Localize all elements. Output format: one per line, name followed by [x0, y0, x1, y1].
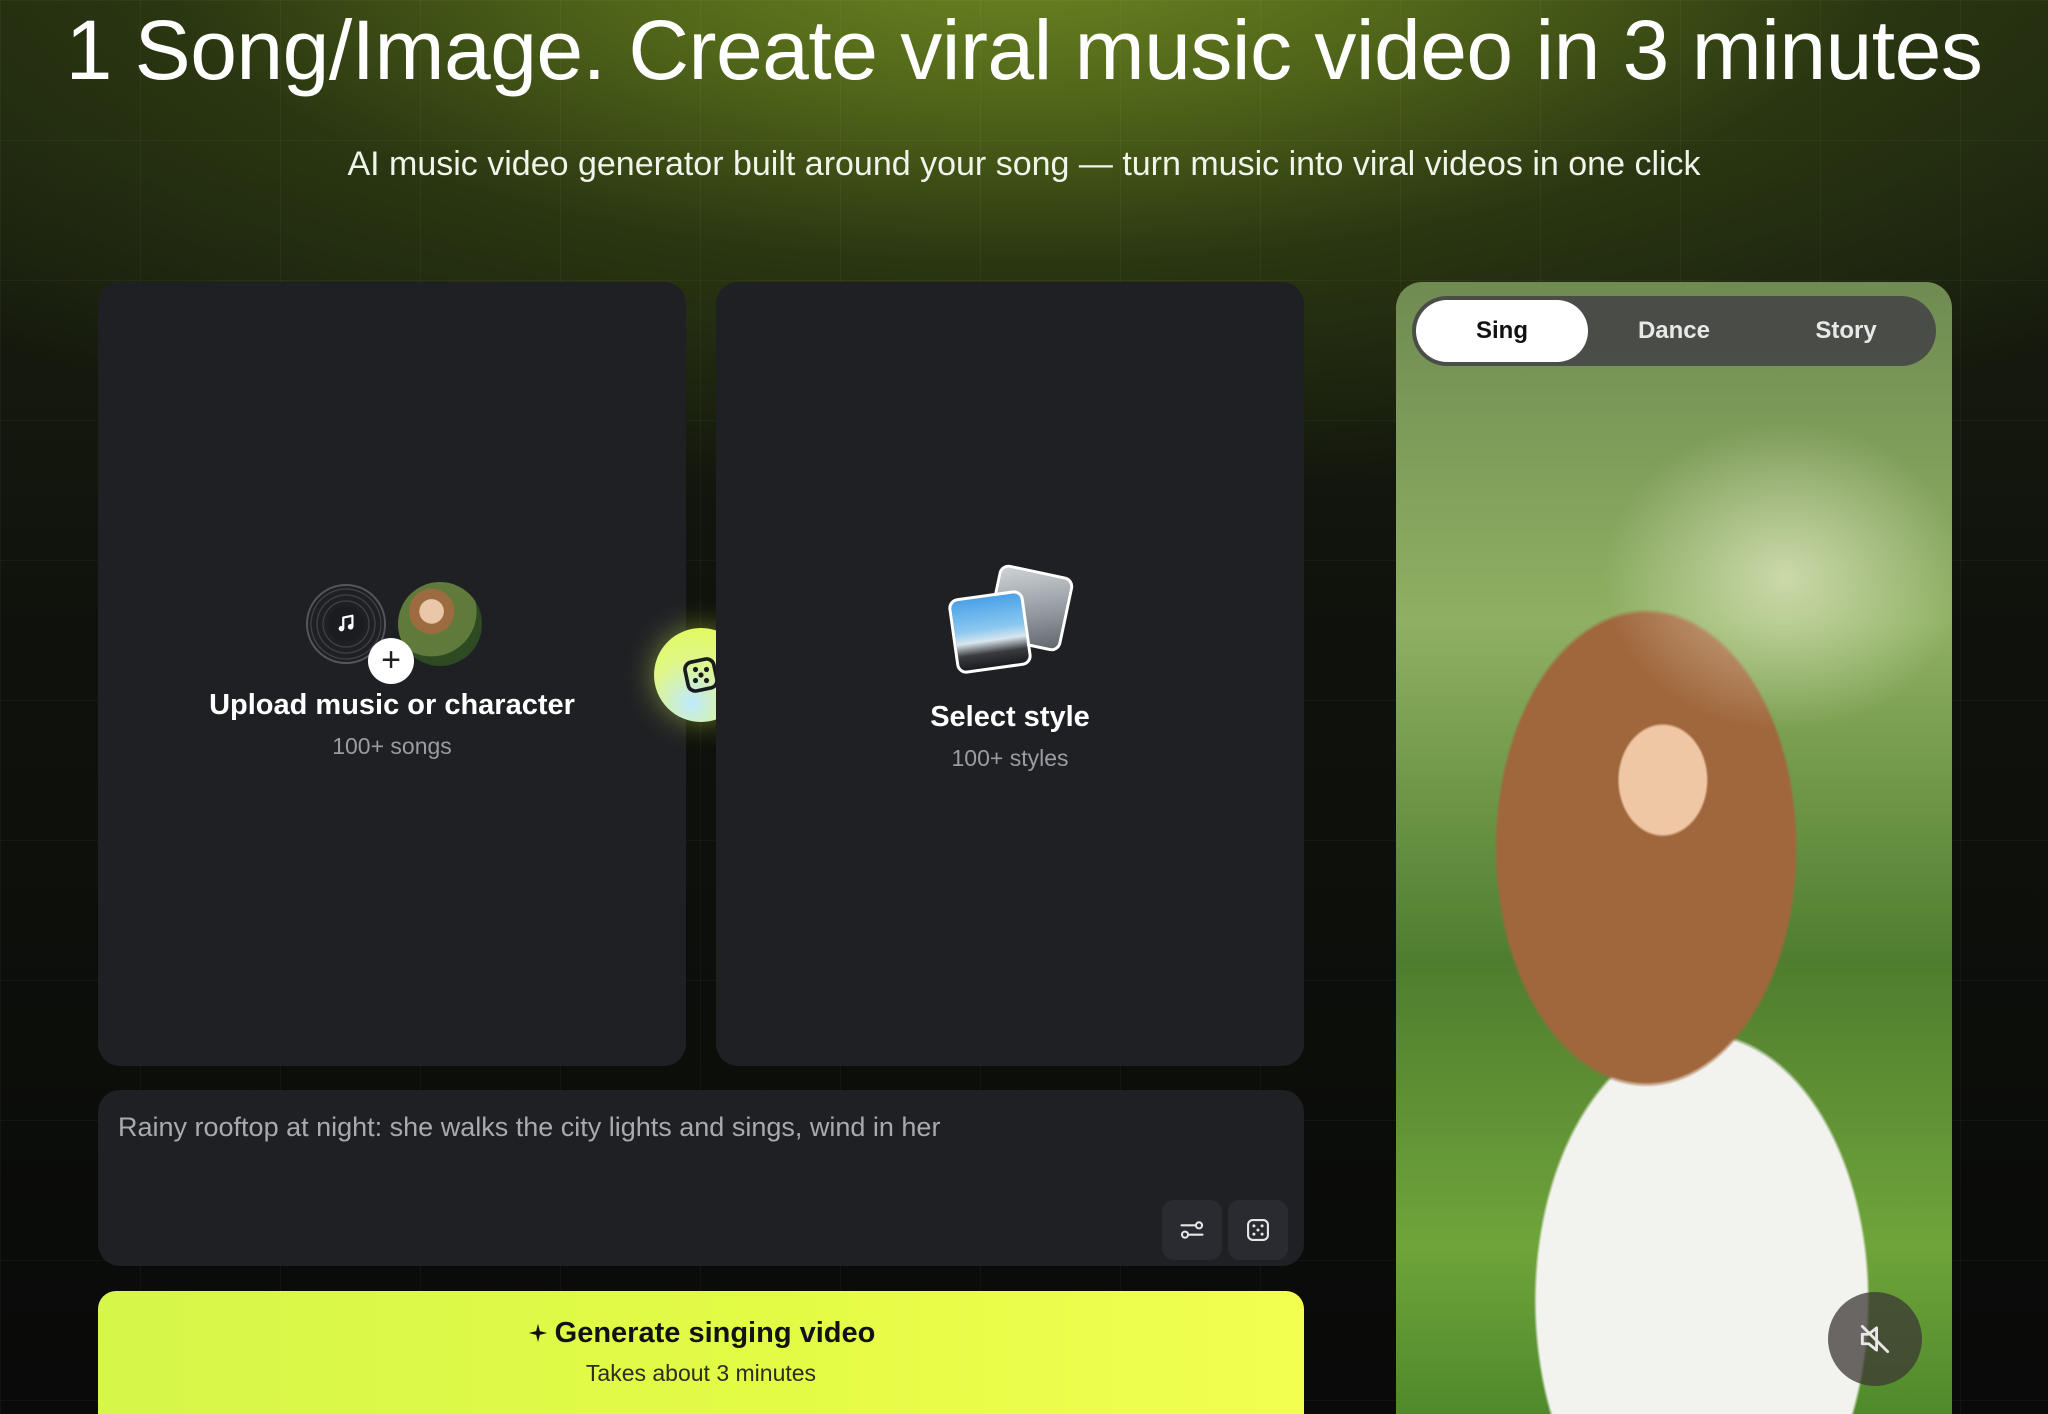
- random-prompt-button[interactable]: [1228, 1200, 1288, 1260]
- upload-card-title: Upload music or character: [209, 689, 575, 721]
- prompt-text[interactable]: Rainy rooftop at night: she walks the ci…: [118, 1108, 1218, 1146]
- mute-button[interactable]: [1828, 1292, 1922, 1386]
- upload-music-card[interactable]: + Upload music or character 100+ songs: [98, 282, 686, 1066]
- music-note-icon: [328, 606, 364, 642]
- tab-dance[interactable]: Dance: [1588, 300, 1760, 362]
- settings-button[interactable]: [1162, 1200, 1222, 1260]
- plus-icon[interactable]: +: [368, 638, 414, 684]
- upload-card-subtitle: 100+ songs: [332, 733, 452, 759]
- sparkle-icon: [528, 1323, 547, 1343]
- generate-video-button[interactable]: Generate singing video Takes about 3 min…: [98, 1291, 1304, 1414]
- page-subtitle: AI music video generator built around yo…: [347, 145, 1701, 183]
- page-title: 1 Song/Image. Create viral music video i…: [65, 3, 1983, 97]
- style-card-title: Select style: [930, 701, 1090, 733]
- style-thumbnail-front: [947, 589, 1033, 675]
- tab-sing[interactable]: Sing: [1416, 300, 1588, 362]
- sliders-icon: [1180, 1221, 1204, 1239]
- style-thumbnails-icon: [947, 562, 1076, 680]
- dice-icon: [1247, 1219, 1269, 1241]
- mode-tabs: Sing Dance Story: [1412, 296, 1936, 366]
- generate-button-row: Generate singing video: [98, 1315, 1304, 1351]
- video-preview[interactable]: [1396, 282, 1952, 1414]
- generate-button-sublabel: Takes about 3 minutes: [585, 1360, 817, 1386]
- generate-button-label: Generate singing video: [554, 1317, 876, 1349]
- tab-story[interactable]: Story: [1760, 300, 1932, 362]
- prompt-input[interactable]: Rainy rooftop at night: she walks the ci…: [98, 1090, 1304, 1266]
- style-card-subtitle: 100+ styles: [951, 745, 1069, 771]
- speaker-muted-icon: [1860, 1324, 1890, 1354]
